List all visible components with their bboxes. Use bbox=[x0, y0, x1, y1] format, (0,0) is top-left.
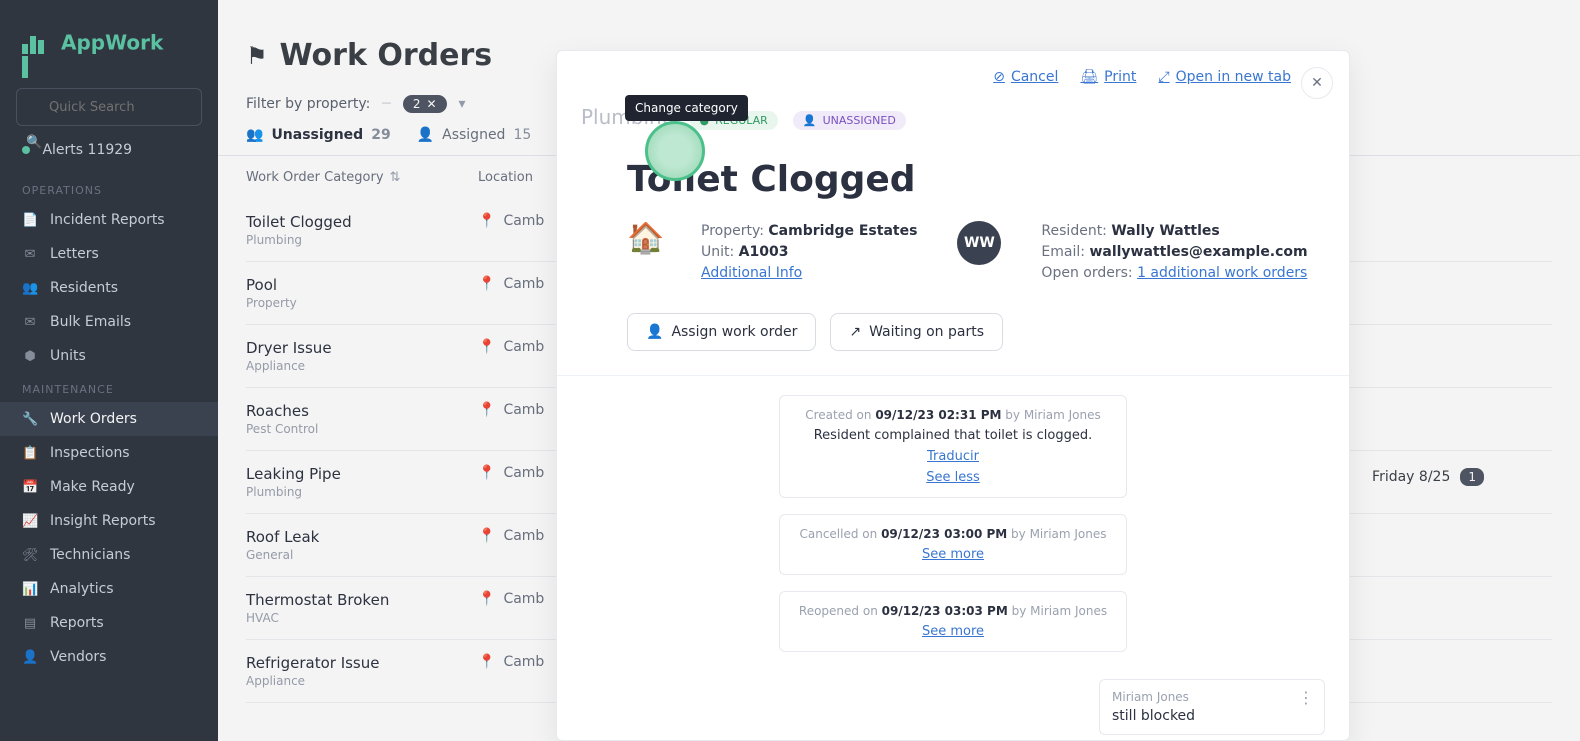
assign-button[interactable]: 👤Assign work order bbox=[627, 313, 816, 351]
see-more-link[interactable]: See more bbox=[922, 624, 984, 639]
feed-item-created: Created on 09/12/23 02:31 PM by Miriam J… bbox=[779, 395, 1127, 498]
comment-author: Miriam Jones bbox=[1112, 690, 1312, 704]
created-body: Resident complained that toilet is clogg… bbox=[796, 428, 1110, 443]
open-orders-link[interactable]: 1 additional work orders bbox=[1137, 265, 1307, 281]
cancelled-date: 09/12/23 03:00 PM bbox=[881, 527, 1007, 541]
see-less-link[interactable]: See less bbox=[926, 470, 980, 485]
created-date: 09/12/23 02:31 PM bbox=[875, 408, 1001, 422]
user-plus-icon: 👤 bbox=[646, 324, 663, 340]
close-button[interactable]: ✕ bbox=[1301, 67, 1333, 99]
cancel-link[interactable]: ⊘Cancel bbox=[993, 69, 1058, 85]
printer-icon: 🖨 bbox=[1080, 69, 1098, 85]
property-block: Property: Cambridge Estates Unit: A1003 … bbox=[701, 221, 917, 284]
comment-text: still blocked bbox=[1112, 708, 1312, 724]
kebab-icon[interactable]: ⋮ bbox=[1298, 688, 1314, 707]
external-icon: ⤢ bbox=[1158, 69, 1169, 85]
waiting-parts-button[interactable]: ↗Waiting on parts bbox=[830, 313, 1003, 351]
house-icon: 🏠 bbox=[627, 221, 661, 255]
close-icon: ✕ bbox=[1311, 75, 1323, 91]
print-link[interactable]: 🖨Print bbox=[1080, 69, 1136, 85]
feed-item-cancelled: Cancelled on 09/12/23 03:00 PM by Miriam… bbox=[779, 514, 1127, 575]
translate-link[interactable]: Traducir bbox=[927, 449, 979, 464]
reopened-date: 09/12/23 03:03 PM bbox=[882, 604, 1008, 618]
status-badge: 👤UNASSIGNED bbox=[793, 111, 906, 130]
property-name: Cambridge Estates bbox=[768, 223, 917, 239]
see-more-link[interactable]: See more bbox=[922, 547, 984, 562]
wand-icon: ↗ bbox=[849, 324, 861, 340]
tooltip-change-category: Change category bbox=[625, 95, 748, 121]
open-new-tab-link[interactable]: ⤢Open in new tab bbox=[1158, 69, 1291, 85]
resident-avatar[interactable]: WW bbox=[957, 221, 1001, 265]
category-avatar-ring[interactable] bbox=[645, 121, 705, 181]
resident-email: wallywattles@example.com bbox=[1089, 244, 1307, 260]
resident-block: Resident: Wally Wattles Email: wallywatt… bbox=[1041, 221, 1307, 284]
resident-name: Wally Wattles bbox=[1111, 223, 1219, 239]
user-icon: 👤 bbox=[803, 114, 817, 127]
work-order-modal: ⊘Cancel 🖨Print ⤢Open in new tab ✕ Change… bbox=[556, 50, 1350, 741]
feed-item-reopened: Reopened on 09/12/23 03:03 PM by Miriam … bbox=[779, 591, 1127, 652]
comment-bubble: Miriam Jones still blocked ⋮ bbox=[1099, 679, 1325, 735]
unit-number: A1003 bbox=[739, 244, 789, 260]
additional-info-link[interactable]: Additional Info bbox=[701, 265, 802, 281]
cancel-icon: ⊘ bbox=[993, 69, 1005, 85]
divider bbox=[557, 375, 1349, 376]
